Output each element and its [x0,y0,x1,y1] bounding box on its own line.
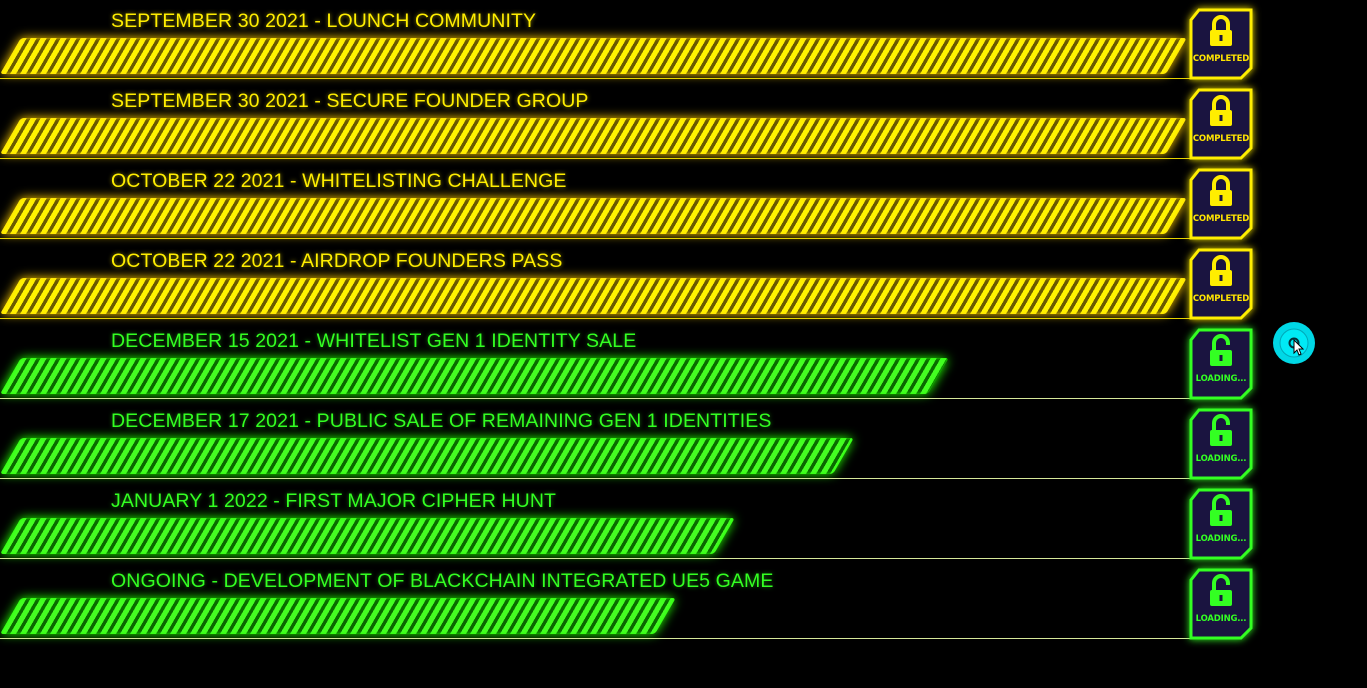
row-divider [0,478,1190,479]
milestone-label: DECEMBER 17 2021 - PUBLIC SALE OF REMAIN… [111,410,772,432]
lock-icon [1189,168,1253,240]
status-badge: LOADING... [1189,488,1253,560]
unlock-icon [1189,568,1253,640]
status-badge: LOADING... [1189,408,1253,480]
progress-bar-fill [0,438,854,474]
milestone-row: OCTOBER 22 2021 - WHITELISTING CHALLENGE… [0,160,1270,240]
progress-bar-fill [0,118,1187,154]
milestone-label: DECEMBER 15 2021 - WHITELIST GEN 1 IDENT… [111,330,637,352]
row-divider [0,238,1190,239]
progress-bar [0,598,676,634]
milestone-label: SEPTEMBER 30 2021 - SECURE FOUNDER GROUP [111,90,589,112]
progress-bar [0,278,1187,314]
row-divider [0,558,1190,559]
status-badge: COMPLETED [1189,8,1253,80]
milestone-row: SEPTEMBER 30 2021 - SECURE FOUNDER GROUP… [0,80,1270,160]
milestone-row: SEPTEMBER 30 2021 - LOUNCH COMMUNITY COMP… [0,0,1270,80]
progress-bar [0,118,1187,154]
status-text: COMPLETED [1192,214,1250,224]
progress-bar [0,198,1187,234]
milestone-label: SEPTEMBER 30 2021 - LOUNCH COMMUNITY [111,10,537,32]
status-badge: LOADING... [1189,568,1253,640]
row-divider [0,638,1190,639]
status-badge: COMPLETED [1189,88,1253,160]
status-text: COMPLETED [1192,54,1250,64]
lock-icon [1189,88,1253,160]
unlock-icon [1189,408,1253,480]
milestone-row: DECEMBER 15 2021 - WHITELIST GEN 1 IDENT… [0,320,1270,400]
unlock-icon [1189,328,1253,400]
status-badge: COMPLETED [1189,168,1253,240]
progress-bar [0,38,1187,74]
row-divider [0,318,1190,319]
status-text: LOADING... [1195,534,1247,544]
milestone-label: JANUARY 1 2022 - FIRST MAJOR CIPHER HUNT [111,490,557,512]
milestone-row: OCTOBER 22 2021 - AIRDROP FOUNDERS PASS C… [0,240,1270,320]
status-badge: COMPLETED [1189,248,1253,320]
status-badge: LOADING... [1189,328,1253,400]
roadmap: SEPTEMBER 30 2021 - LOUNCH COMMUNITY COMP… [0,0,1367,688]
status-text: COMPLETED [1192,134,1250,144]
progress-bar-fill [0,358,949,394]
progress-bar-fill [0,278,1187,314]
status-text: LOADING... [1195,374,1247,384]
row-divider [0,158,1190,159]
milestone-label: OCTOBER 22 2021 - AIRDROP FOUNDERS PASS [111,250,563,272]
progress-bar [0,518,735,554]
lock-icon [1189,248,1253,320]
row-divider [0,398,1190,399]
progress-bar-fill [0,198,1187,234]
milestone-row: ONGOING - DEVELOPMENT OF BLACKCHAIN INTE… [0,560,1270,640]
progress-bar-fill [0,598,676,634]
milestone-label: ONGOING - DEVELOPMENT OF BLACKCHAIN INTE… [111,570,774,592]
progress-bar-fill [0,518,735,554]
milestone-row: JANUARY 1 2022 - FIRST MAJOR CIPHER HUNT… [0,480,1270,560]
progress-bar [0,358,949,394]
milestone-label: OCTOBER 22 2021 - WHITELISTING CHALLENGE [111,170,567,192]
row-divider [0,78,1190,79]
unlock-icon [1189,488,1253,560]
milestone-row: DECEMBER 17 2021 - PUBLIC SALE OF REMAIN… [0,400,1270,480]
cursor-ring-icon [1273,322,1315,364]
progress-bar [0,438,854,474]
progress-bar-fill [0,38,1187,74]
status-text: LOADING... [1195,614,1247,624]
status-text: COMPLETED [1192,294,1250,304]
status-text: LOADING... [1195,454,1247,464]
lock-icon [1189,8,1253,80]
